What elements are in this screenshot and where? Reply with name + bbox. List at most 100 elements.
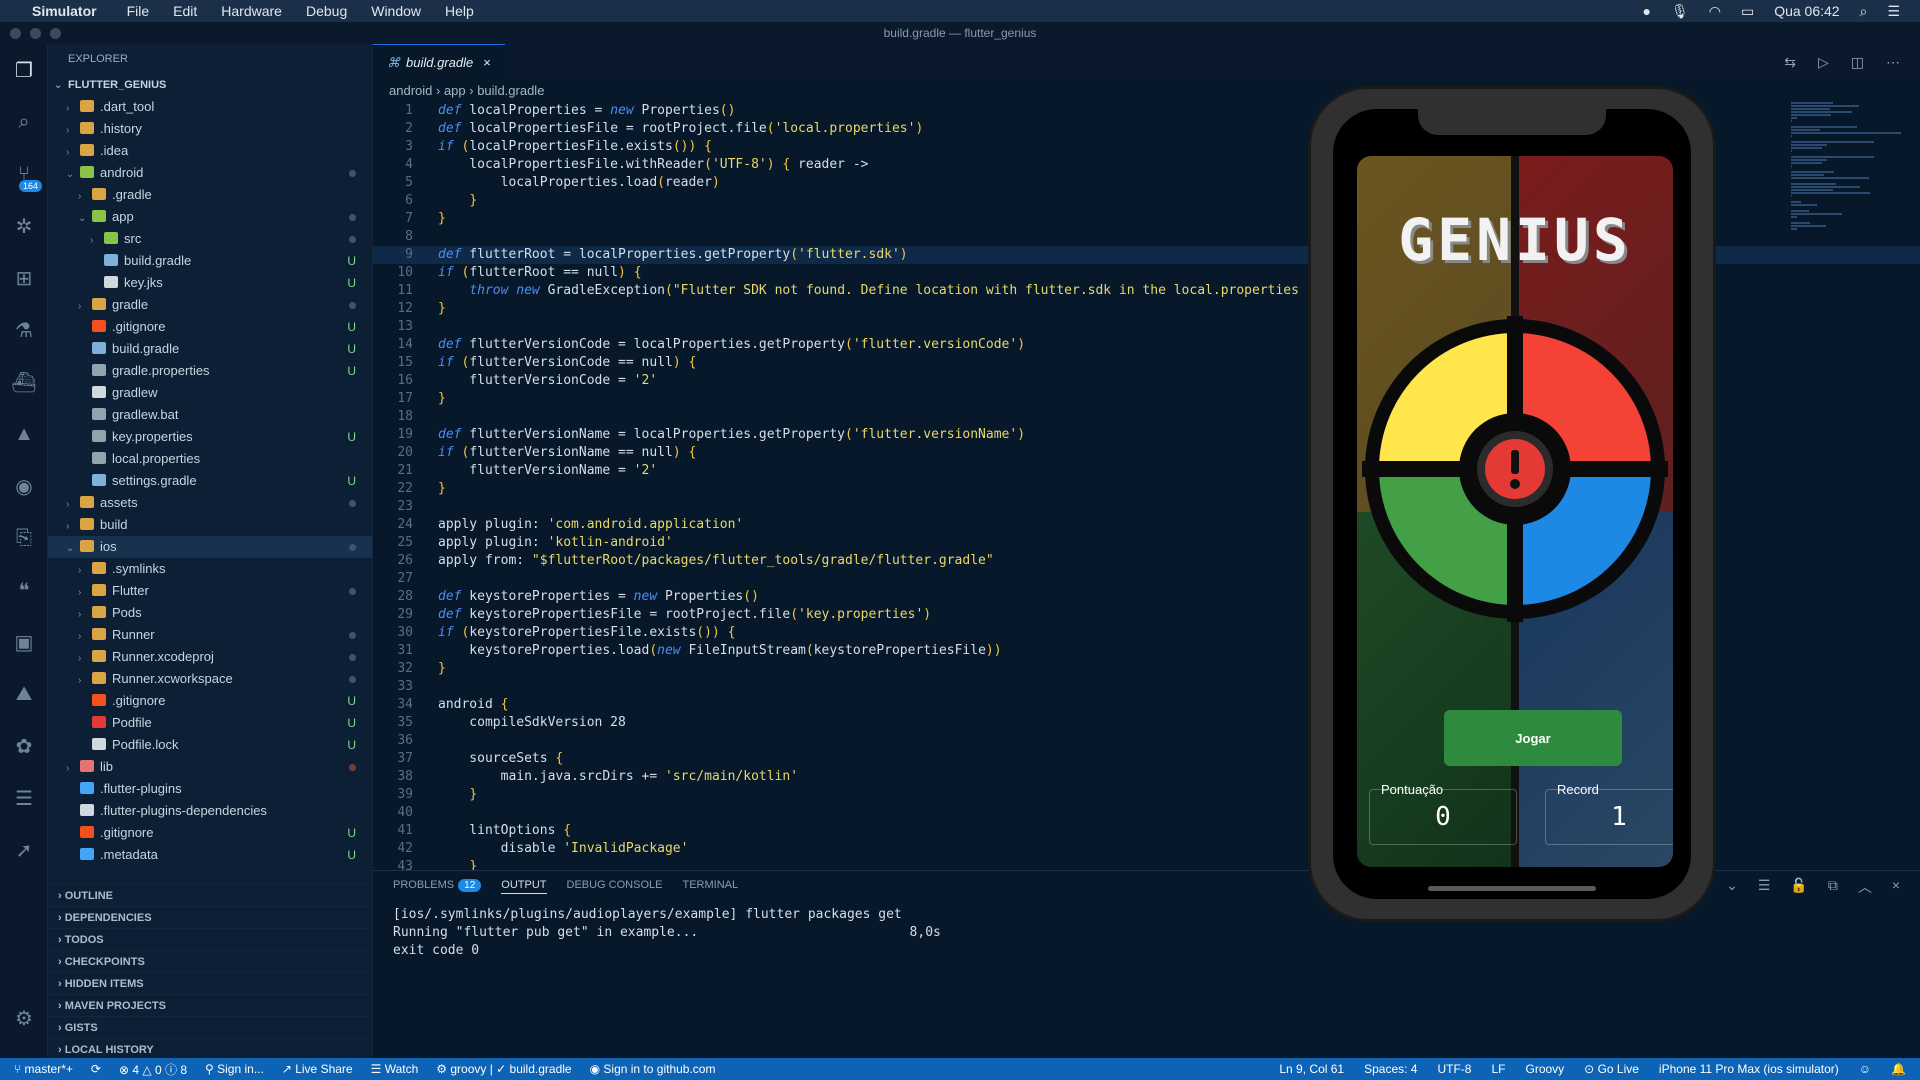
- compare-icon[interactable]: ⇆: [1784, 54, 1796, 71]
- tab-debug-console[interactable]: DEBUG CONSOLE: [567, 879, 663, 894]
- tree-item[interactable]: .metadata U: [48, 844, 372, 866]
- tree-item[interactable]: › Flutter: [48, 580, 372, 602]
- explorer-root-folder[interactable]: ⌄ FLUTTER_GENIUS: [48, 74, 372, 96]
- tree-item[interactable]: .gitignore U: [48, 822, 372, 844]
- device-selector[interactable]: iPhone 11 Pro Max (ios simulator): [1659, 1062, 1839, 1076]
- home-indicator[interactable]: [1428, 886, 1596, 891]
- tree-item[interactable]: › build: [48, 514, 372, 536]
- tree-item[interactable]: .gitignore U: [48, 690, 372, 712]
- tree-item[interactable]: settings.gradle U: [48, 470, 372, 492]
- split-editor-icon[interactable]: ◫: [1851, 54, 1864, 71]
- editor-tab-build-gradle[interactable]: ⌘ build.gradle ×: [373, 44, 505, 80]
- quotes-icon[interactable]: ❝: [0, 564, 48, 616]
- tab-problems[interactable]: PROBLEMS 12: [393, 879, 482, 894]
- tree-item[interactable]: › lib: [48, 756, 372, 778]
- section-todos[interactable]: › TODOS: [48, 928, 372, 950]
- play-button[interactable]: Jogar: [1444, 710, 1622, 766]
- tree-item[interactable]: Podfile.lock U: [48, 734, 372, 756]
- testing-icon[interactable]: ⚗: [0, 304, 48, 356]
- problems-indicator[interactable]: ⊗ 4 △ 0 ⓘ 8: [119, 1061, 187, 1078]
- breadcrumb-android[interactable]: android: [389, 83, 432, 98]
- clear-output-icon[interactable]: ☰: [1758, 877, 1771, 897]
- tree-item[interactable]: › .gradle: [48, 184, 372, 206]
- bookmarks-icon[interactable]: ⎘: [0, 512, 48, 564]
- language-file-indicator[interactable]: ⚙ groovy | ✓ build.gradle: [436, 1062, 571, 1076]
- chevron-down-icon[interactable]: ⌄: [1726, 877, 1738, 897]
- tree-item[interactable]: key.properties U: [48, 426, 372, 448]
- signin-button[interactable]: ⚲ Sign in...: [205, 1062, 264, 1076]
- menu-help[interactable]: Help: [445, 3, 474, 19]
- more-actions-icon[interactable]: ⋯: [1886, 54, 1900, 71]
- breadcrumb-app[interactable]: app: [444, 83, 466, 98]
- minimize-window-icon[interactable]: [30, 28, 41, 39]
- tree-item[interactable]: ⌄ android: [48, 162, 372, 184]
- debug-icon[interactable]: ✲: [0, 200, 48, 252]
- menu-hardware[interactable]: Hardware: [221, 3, 282, 19]
- tree-item[interactable]: › src: [48, 228, 372, 250]
- github-signin-button[interactable]: ◉ Sign in to github.com: [590, 1062, 716, 1076]
- control-center-icon[interactable]: ☰: [1887, 3, 1900, 20]
- maximize-window-icon[interactable]: [50, 28, 61, 39]
- tab-terminal[interactable]: TERMINAL: [682, 879, 738, 894]
- language-mode[interactable]: Groovy: [1525, 1062, 1564, 1076]
- tree-item[interactable]: › Runner.xcodeproj: [48, 646, 372, 668]
- tree-item[interactable]: .gitignore U: [48, 316, 372, 338]
- notes-icon[interactable]: ☰: [0, 772, 48, 824]
- tree-item[interactable]: ⌄ app: [48, 206, 372, 228]
- microphone-icon[interactable]: 🎙: [1671, 3, 1689, 20]
- section-dependencies[interactable]: › DEPENDENCIES: [48, 906, 372, 928]
- section-local-history[interactable]: › LOCAL HISTORY: [48, 1038, 372, 1060]
- tree-item[interactable]: Podfile U: [48, 712, 372, 734]
- tree-item[interactable]: › Runner: [48, 624, 372, 646]
- tree-item[interactable]: local.properties: [48, 448, 372, 470]
- search-icon[interactable]: ⌕: [0, 96, 48, 148]
- menu-file[interactable]: File: [127, 3, 150, 19]
- close-tab-icon[interactable]: ×: [483, 55, 491, 70]
- rocket-icon[interactable]: ➚: [0, 824, 48, 876]
- breadcrumb-file[interactable]: build.gradle: [477, 83, 544, 98]
- section-outline[interactable]: › OUTLINE: [48, 884, 372, 906]
- watch-button[interactable]: ☰ Watch: [371, 1062, 419, 1076]
- tree-item[interactable]: .flutter-plugins-dependencies: [48, 800, 372, 822]
- branch-indicator[interactable]: ⑂ master*+: [14, 1062, 73, 1076]
- indentation[interactable]: Spaces: 4: [1364, 1062, 1417, 1076]
- menu-debug[interactable]: Debug: [306, 3, 347, 19]
- encoding[interactable]: UTF-8: [1437, 1062, 1471, 1076]
- remote-explorer-icon[interactable]: ⛰: [0, 668, 48, 720]
- tree-item[interactable]: gradlew: [48, 382, 372, 404]
- lock-icon[interactable]: 🔓: [1790, 877, 1807, 897]
- docker-icon[interactable]: ⛴: [0, 356, 48, 408]
- close-panel-icon[interactable]: ×: [1892, 877, 1900, 897]
- spotlight-icon[interactable]: ⌕: [1860, 3, 1868, 20]
- tab-output[interactable]: OUTPUT: [501, 879, 547, 894]
- tree-item[interactable]: › Pods: [48, 602, 372, 624]
- tree-item[interactable]: gradlew.bat: [48, 404, 372, 426]
- live-share-button[interactable]: ↗ Live Share: [282, 1062, 353, 1076]
- copy-icon[interactable]: ⧉: [1828, 877, 1838, 897]
- wifi-icon[interactable]: ◠: [1709, 3, 1721, 20]
- maximize-panel-icon[interactable]: ︿: [1858, 877, 1872, 897]
- section-maven-projects[interactable]: › MAVEN PROJECTS: [48, 994, 372, 1016]
- tree-item[interactable]: key.jks U: [48, 272, 372, 294]
- explorer-icon[interactable]: ❐: [0, 44, 48, 96]
- section-hidden-items[interactable]: › HIDDEN ITEMS: [48, 972, 372, 994]
- settings-gear-icon[interactable]: ⚙: [0, 992, 48, 1044]
- minimap[interactable]: [1791, 102, 1906, 272]
- cursor-position[interactable]: Ln 9, Col 61: [1279, 1062, 1344, 1076]
- tree-item[interactable]: › assets: [48, 492, 372, 514]
- tree-item[interactable]: gradle.properties U: [48, 360, 372, 382]
- menu-app-name[interactable]: Simulator: [32, 3, 97, 19]
- source-control-icon[interactable]: ⑂ 164: [0, 148, 48, 200]
- record-icon[interactable]: ●: [1643, 3, 1651, 19]
- go-live-button[interactable]: ⊙ Go Live: [1584, 1062, 1639, 1076]
- project-manager-icon[interactable]: ▣: [0, 616, 48, 668]
- menubar-clock[interactable]: Qua 06:42: [1774, 3, 1839, 19]
- tree-item[interactable]: .flutter-plugins: [48, 778, 372, 800]
- end-of-line[interactable]: LF: [1491, 1062, 1505, 1076]
- github-icon[interactable]: ◉: [0, 460, 48, 512]
- sync-icon[interactable]: ⟳: [91, 1062, 101, 1076]
- menu-edit[interactable]: Edit: [173, 3, 197, 19]
- section-checkpoints[interactable]: › CHECKPOINTS: [48, 950, 372, 972]
- tree-item[interactable]: › gradle: [48, 294, 372, 316]
- close-window-icon[interactable]: [10, 28, 21, 39]
